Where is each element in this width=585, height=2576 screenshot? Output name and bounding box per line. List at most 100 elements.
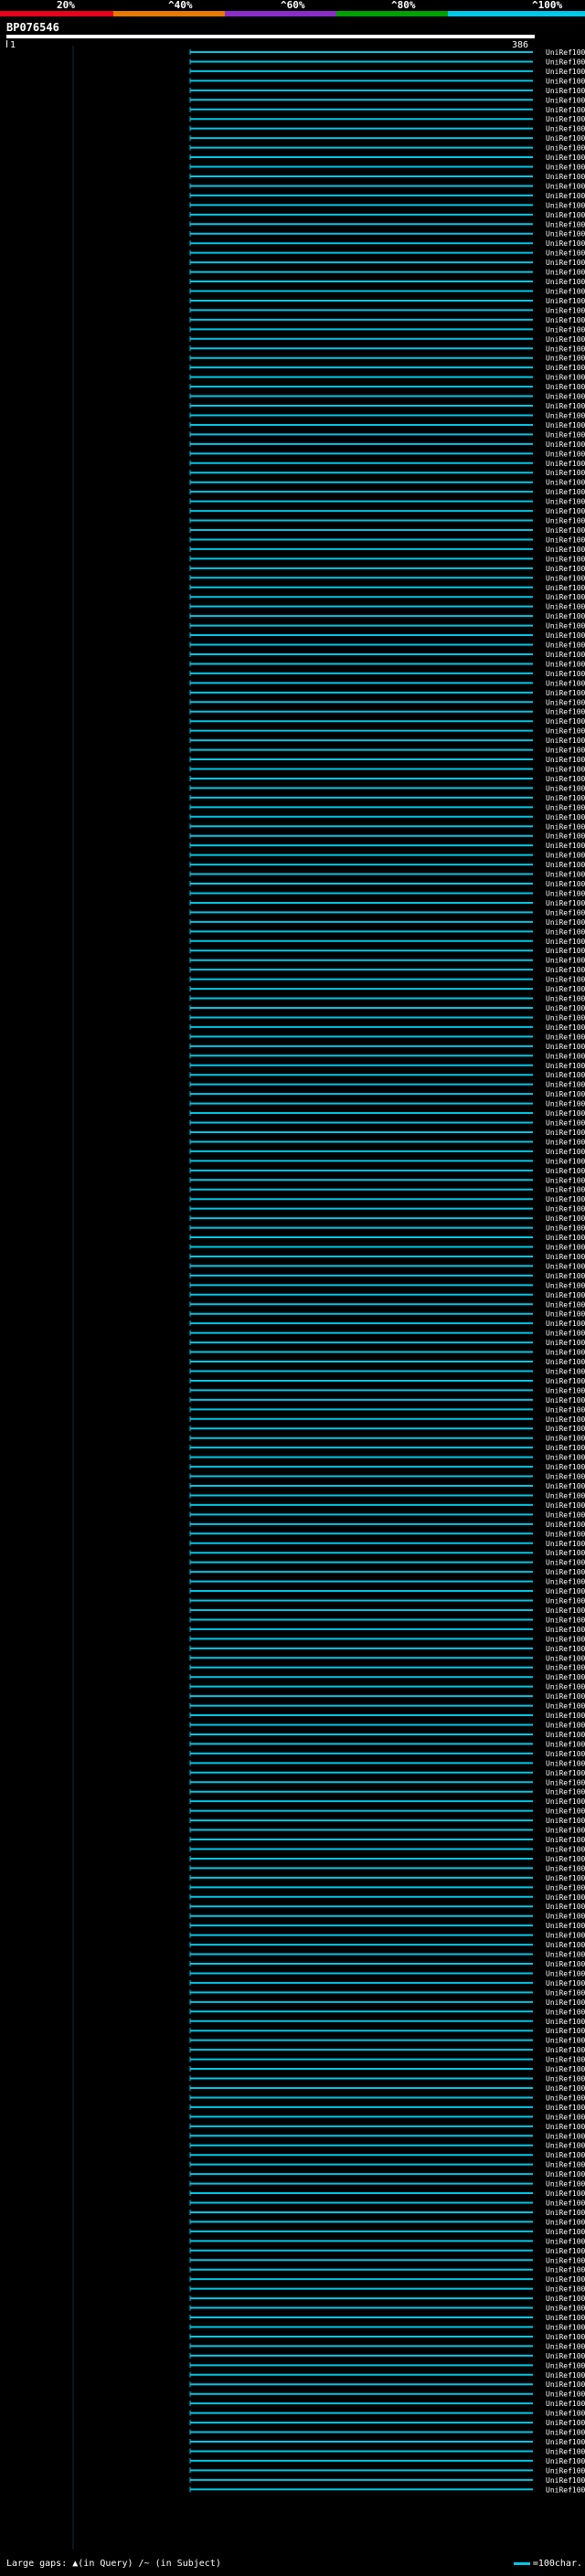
hit-label[interactable]: UniRef100_B7FK20 <box>546 355 585 363</box>
hit-label[interactable]: UniRef100_Q04934 <box>546 1358 585 1366</box>
hit-label[interactable]: UniRef100_P30081 <box>546 106 585 114</box>
hit-label[interactable]: UniRef100_P22629 <box>546 1587 585 1595</box>
hit-label[interactable]: UniRef100_Q9FR79 <box>546 2142 585 2150</box>
hit-label[interactable]: UniRef100_Q8X0N0 <box>546 440 585 449</box>
hit-label[interactable]: UniRef100_Q84TM4 <box>546 1330 585 1338</box>
hit-label[interactable]: UniRef100_Q23884 <box>546 230 585 239</box>
hit-label[interactable]: UniRef100_B7FK21 <box>546 546 585 554</box>
hit-label[interactable]: UniRef100_P17957 <box>546 479 585 487</box>
hit-label[interactable]: UniRef100_Q93LV5 <box>546 2113 585 2121</box>
hit-label[interactable]: UniRef100_Q9LVN5 <box>546 1033 585 1041</box>
hit-label[interactable]: UniRef100_P30077 <box>546 192 585 200</box>
hit-label[interactable]: UniRef100_P16107 <box>546 2266 585 2274</box>
hit-label[interactable]: UniRef100_P48406 <box>546 460 585 468</box>
hit-label[interactable]: UniRef100_A9PFN2 <box>546 880 585 888</box>
hit-label[interactable]: UniRef100_A0AMG8 <box>546 995 585 1003</box>
hit-label[interactable]: UniRef100_Q1G1M5 <box>546 555 585 563</box>
hit-label[interactable]: UniRef100_C7S7A4 <box>546 2237 585 2245</box>
hit-label[interactable]: UniRef100_A1E4W1 <box>546 2486 585 2494</box>
hit-label[interactable]: UniRef100_Q9FIW4 <box>546 345 585 353</box>
hit-label[interactable]: UniRef100_Q46ON8 <box>546 1922 585 1930</box>
hit-label[interactable]: UniRef100_B9RGV8 <box>546 2247 585 2255</box>
hit-label[interactable]: UniRef100_P59826 <box>546 535 585 544</box>
hit-label[interactable]: UniRef100_Q46OS8 <box>546 1778 585 1786</box>
hit-label[interactable]: UniRef100_P30076 <box>546 402 585 410</box>
hit-label[interactable]: UniRef100_Q2VT95 <box>546 1349 585 1357</box>
hit-label[interactable]: UniRef100_Q06YV1 <box>546 2180 585 2189</box>
hit-label[interactable]: UniRef100_Q8H0Q9 <box>546 938 585 946</box>
hit-label[interactable]: UniRef100_Q2WFX2 <box>546 2037 585 2045</box>
hit-label[interactable]: UniRef100_Q94KJ6 <box>546 1310 585 1319</box>
hit-label[interactable]: UniRef100_P17818 <box>546 1013 585 1022</box>
hit-label[interactable]: UniRef100_B5LXX1 <box>546 822 585 831</box>
hit-label[interactable]: UniRef100_Q8W3P0 <box>546 670 585 678</box>
hit-label[interactable]: UniRef100_C6TDD5 <box>546 154 585 162</box>
hit-label[interactable]: UniRef100_A8CLM4 <box>546 1568 585 1576</box>
hit-label[interactable]: UniRef100_Q6L1Y1 <box>546 908 585 917</box>
hit-label[interactable]: UniRef100_Q9SEP3 <box>546 1521 585 1529</box>
hit-label[interactable]: UniRef100_Q46OR8 <box>546 2027 585 2035</box>
hit-label[interactable]: UniRef100_Q9SEN0 <box>546 2390 585 2399</box>
hit-label[interactable]: UniRef100_Q1GVR4 <box>546 2151 585 2159</box>
hit-label[interactable]: UniRef100_P51083 <box>546 182 585 190</box>
hit-label[interactable]: UniRef100_Q23920 <box>546 2228 585 2236</box>
hit-label[interactable]: UniRef100_P20077 <box>546 889 585 897</box>
hit-label[interactable]: UniRef100_Q23921 <box>546 2218 585 2226</box>
hit-label[interactable]: UniRef100_B6S3H1 <box>546 622 585 631</box>
hit-label[interactable]: UniRef100_B6S396 <box>546 565 585 573</box>
hit-label[interactable]: UniRef100_Q84V97 <box>546 58 585 66</box>
hit-label[interactable]: UniRef100_B1N7F0 <box>546 1205 585 1214</box>
hit-label[interactable]: UniRef100_Q6PYC2 <box>546 2018 585 2026</box>
hit-label[interactable]: UniRef100_Q5FBU5 <box>546 1731 585 1739</box>
hit-label[interactable]: UniRef100_Q7Y1Y0 <box>546 488 585 496</box>
hit-label[interactable]: UniRef100_P51279 <box>546 201 585 209</box>
hit-label[interactable]: UniRef100_Q46OP2 <box>546 2323 585 2331</box>
hit-label[interactable]: UniRef100_Q9F188 <box>546 1979 585 1988</box>
hit-label[interactable]: UniRef100_B1N7J8 <box>546 1195 585 1203</box>
hit-label[interactable]: UniRef100_Q45L55 <box>546 1491 585 1500</box>
hit-label[interactable]: UniRef100_Q46OQ0 <box>546 1836 585 1844</box>
hit-label[interactable]: UniRef100_Q4KDS0 <box>546 1759 585 1767</box>
hit-label[interactable]: UniRef100_Q5VV05 <box>546 1712 585 1720</box>
hit-label[interactable]: UniRef100_Q8L5L3 <box>546 584 585 592</box>
hit-label[interactable]: UniRef100_Q9MLB3 <box>546 679 585 687</box>
hit-label[interactable]: UniRef100_Q9FR69 <box>546 2429 585 2437</box>
hit-label[interactable]: UniRef100_B1N7K4 <box>546 1167 585 1175</box>
hit-label[interactable]: UniRef100_Q46OQ3 <box>546 1817 585 1825</box>
hit-label[interactable]: UniRef100_Q9SEP2 <box>546 2132 585 2140</box>
hit-label[interactable]: UniRef100_B6S693 <box>546 593 585 601</box>
hit-label[interactable]: UniRef100_Q9M5B2 <box>546 660 585 668</box>
hit-label[interactable]: UniRef100_Q46OP3 <box>546 1903 585 1911</box>
hit-label[interactable]: UniRef100_C6MU52 <box>546 77 585 85</box>
hit-label[interactable]: UniRef100_Q9SEN1 <box>546 2380 585 2389</box>
hit-label[interactable]: UniRef100_B6S399 <box>546 364 585 372</box>
hit-label[interactable]: UniRef100_B1N7J9 <box>546 1186 585 1194</box>
hit-label[interactable]: UniRef100_P08894 <box>546 526 585 535</box>
hit-label[interactable]: UniRef100_Q46OR5 <box>546 1797 585 1806</box>
hit-label[interactable]: UniRef100_Q6S8E5 <box>546 374 585 382</box>
hit-label[interactable]: UniRef100_P30074 <box>546 173 585 181</box>
hit-label[interactable]: UniRef100_B6S394 <box>546 259 585 267</box>
hit-label[interactable]: UniRef100_Q8GIP5 <box>546 1998 585 2007</box>
hit-label[interactable]: UniRef100_Q9FIY3 <box>546 689 585 697</box>
hit-label[interactable]: UniRef100_A4GUS8 <box>546 756 585 764</box>
hit-label[interactable]: UniRef100_Q9FUB7 <box>546 651 585 659</box>
hit-label[interactable]: UniRef100_Q9MBL3 <box>546 1645 585 1653</box>
hit-label[interactable]: UniRef100_Q06YW1 <box>546 2170 585 2178</box>
hit-label[interactable]: UniRef100_Q9SML4 <box>546 383 585 391</box>
hit-label[interactable]: UniRef100_C5IN55 <box>546 1941 585 1949</box>
hit-label[interactable]: UniRef100_Q8L5L4 <box>546 574 585 582</box>
hit-label[interactable]: UniRef100_B6S386 <box>546 603 585 611</box>
hit-label[interactable]: UniRef100_Q9SEN5 <box>546 1626 585 1634</box>
hit-label[interactable]: UniRef100_P51077 <box>546 249 585 258</box>
hit-label[interactable]: UniRef100_A8CLG3 <box>546 2342 585 2350</box>
hit-label[interactable]: UniRef100_Q9SEN4 <box>546 2123 585 2131</box>
hit-label[interactable]: UniRef100_Q9FR59 <box>546 1291 585 1299</box>
hit-label[interactable]: UniRef100_Q9ZR64 <box>546 918 585 927</box>
hit-label[interactable]: UniRef100_Q46OP9 <box>546 1845 585 1853</box>
hit-label[interactable]: UniRef100_Q06YW5 <box>546 2046 585 2054</box>
hit-label[interactable]: UniRef100_Q2SS08 <box>546 325 585 334</box>
hit-label[interactable]: UniRef100_C9XQ03 <box>546 813 585 822</box>
hit-label[interactable]: UniRef100_B7SGE4 <box>546 1272 585 1280</box>
hit-label[interactable]: UniRef100_P51087 <box>546 144 585 153</box>
